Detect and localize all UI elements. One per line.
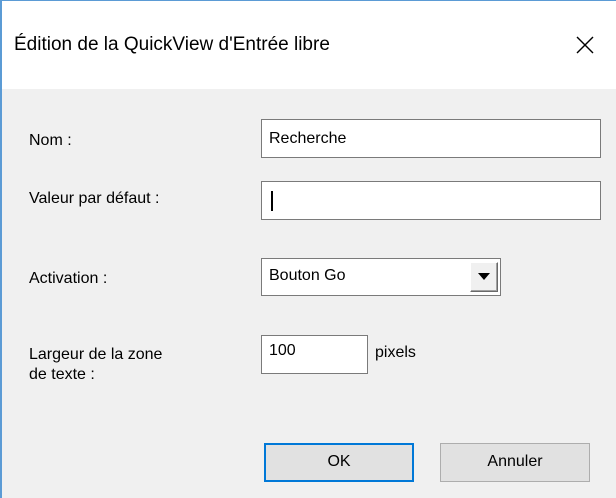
width-label-line1: Largeur de la zone [29, 346, 163, 363]
dialog-window: Édition de la QuickView d'Entrée libre N… [0, 0, 616, 498]
text-caret [271, 191, 273, 211]
default-value-label: Valeur par défaut : [29, 190, 160, 207]
name-input[interactable] [261, 119, 601, 158]
title-bar: Édition de la QuickView d'Entrée libre [2, 1, 616, 89]
name-label: Nom : [29, 132, 72, 149]
default-value-input[interactable] [261, 181, 601, 220]
ok-button[interactable]: OK [264, 443, 414, 482]
chevron-down-icon [478, 273, 490, 280]
width-input[interactable] [261, 335, 368, 374]
activation-dropdown-button[interactable] [470, 262, 498, 292]
close-button[interactable] [570, 15, 616, 77]
activation-selected-value: Bouton Go [269, 267, 346, 284]
dialog-title: Édition de la QuickView d'Entrée libre [14, 34, 330, 55]
activation-select[interactable]: Bouton Go [261, 258, 501, 296]
close-icon [576, 36, 594, 54]
cancel-button[interactable]: Annuler [440, 443, 590, 482]
activation-label: Activation : [29, 270, 108, 287]
width-unit-label: pixels [375, 344, 416, 361]
width-label-line2: de texte : [29, 366, 95, 383]
